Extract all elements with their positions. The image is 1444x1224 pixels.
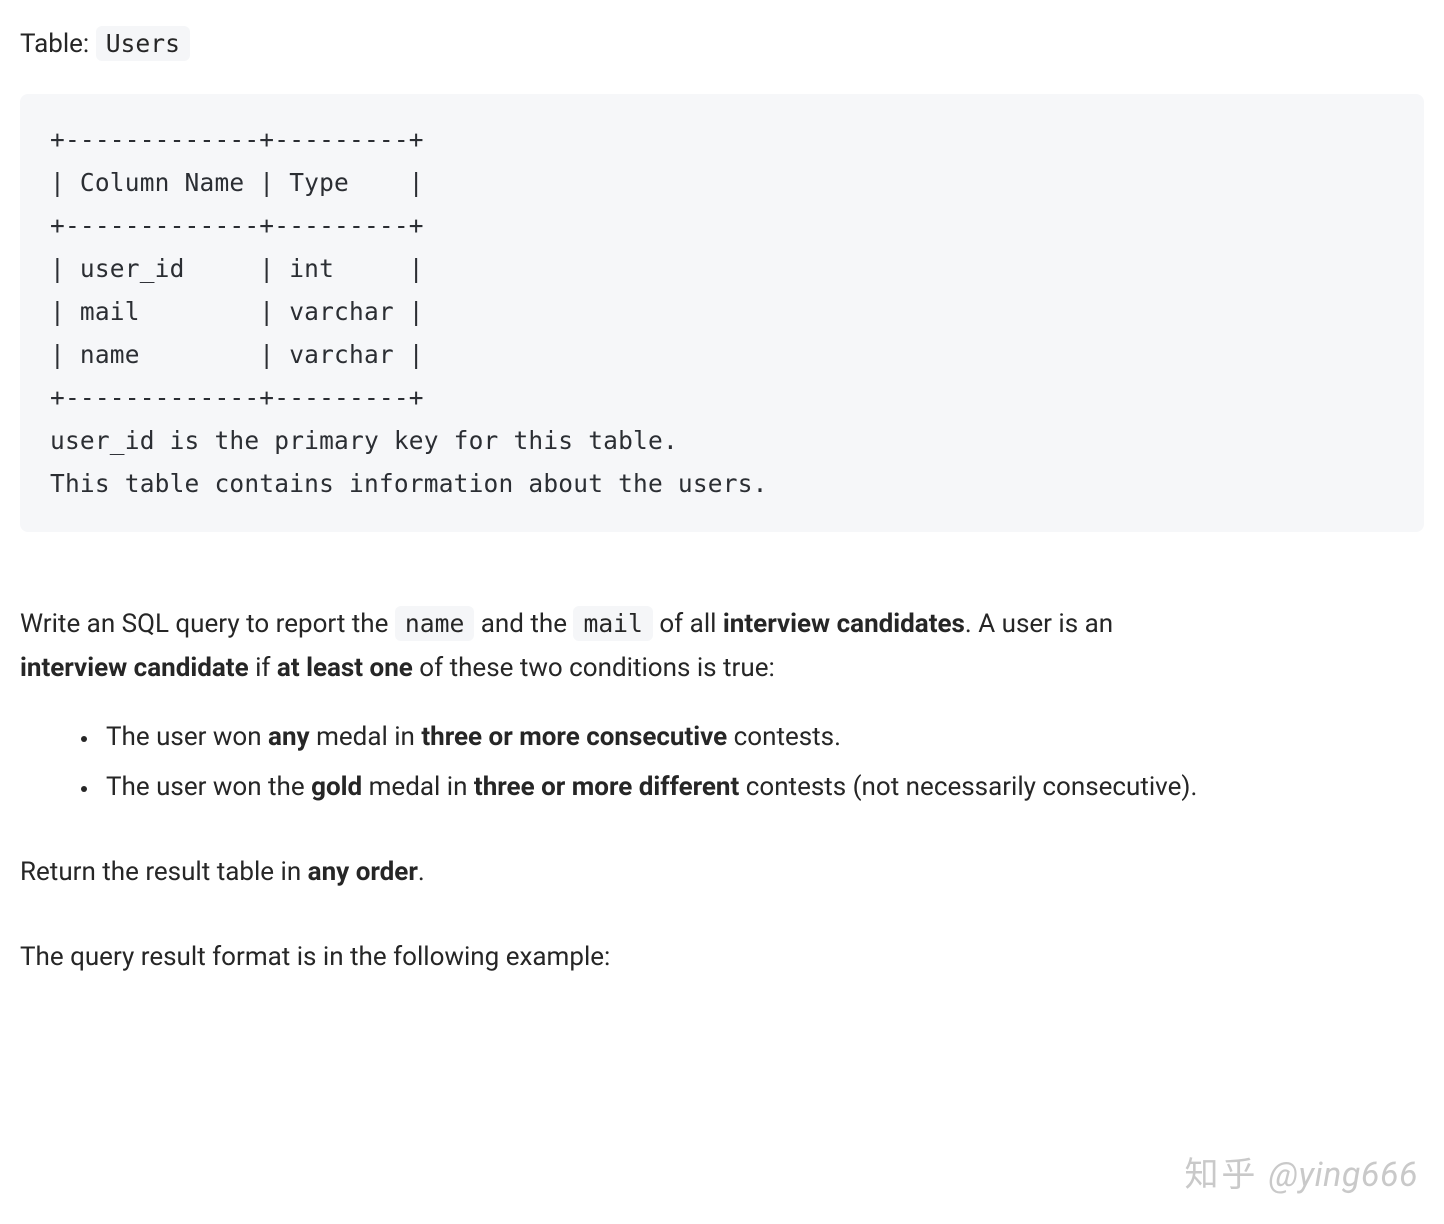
bullet-text: contests. bbox=[727, 722, 841, 752]
return-bold: any order bbox=[308, 857, 418, 887]
watermark-handle: @ying666 bbox=[1268, 1155, 1418, 1195]
bullet-text: The user won bbox=[106, 722, 268, 752]
bullet-text: medal in bbox=[310, 722, 422, 752]
prompt-text: . A user is an bbox=[965, 609, 1113, 639]
watermark: 知乎@ying666 bbox=[1184, 1148, 1418, 1202]
inline-code-name: name bbox=[395, 606, 474, 641]
prompt-bold: at least one bbox=[277, 653, 413, 683]
prompt-text: if bbox=[249, 653, 277, 683]
bullet-bold: gold bbox=[311, 772, 362, 802]
conditions-list: The user won any medal in three or more … bbox=[20, 715, 1250, 810]
watermark-brand: 知乎 bbox=[1184, 1155, 1258, 1195]
prompt-bold: interview candidates bbox=[723, 609, 965, 639]
table-prefix: Table: bbox=[20, 29, 96, 59]
return-text: . bbox=[418, 857, 425, 887]
prompt-text: Write an SQL query to report the bbox=[20, 609, 395, 639]
document-page: Table: Users +-------------+---------+ |… bbox=[0, 0, 1444, 1224]
list-item: The user won any medal in three or more … bbox=[100, 715, 1250, 761]
schema-code-block: +-------------+---------+ | Column Name … bbox=[20, 94, 1424, 532]
bullet-bold: any bbox=[268, 722, 310, 752]
bullet-text: The user won the bbox=[106, 772, 311, 802]
bullet-text: medal in bbox=[362, 772, 474, 802]
table-name-code: Users bbox=[96, 26, 190, 61]
return-text: Return the result table in bbox=[20, 857, 308, 887]
prompt-paragraph: Write an SQL query to report the name an… bbox=[20, 602, 1170, 691]
prompt-text: of all bbox=[653, 609, 723, 639]
bullet-bold: three or more consecutive bbox=[421, 722, 727, 752]
table-intro-line: Table: Users bbox=[20, 24, 1424, 66]
return-line: Return the result table in any order. bbox=[20, 850, 1424, 895]
prompt-bold: interview candidate bbox=[20, 653, 249, 683]
bullet-text: contests (not necessarily consecutive). bbox=[739, 772, 1197, 802]
prompt-text: of these two conditions is true: bbox=[413, 653, 775, 683]
prompt-text: and the bbox=[474, 609, 573, 639]
inline-code-mail: mail bbox=[573, 606, 652, 641]
list-item: The user won the gold medal in three or … bbox=[100, 765, 1250, 811]
bullet-bold: three or more different bbox=[474, 772, 739, 802]
format-line: The query result format is in the follow… bbox=[20, 935, 1424, 980]
